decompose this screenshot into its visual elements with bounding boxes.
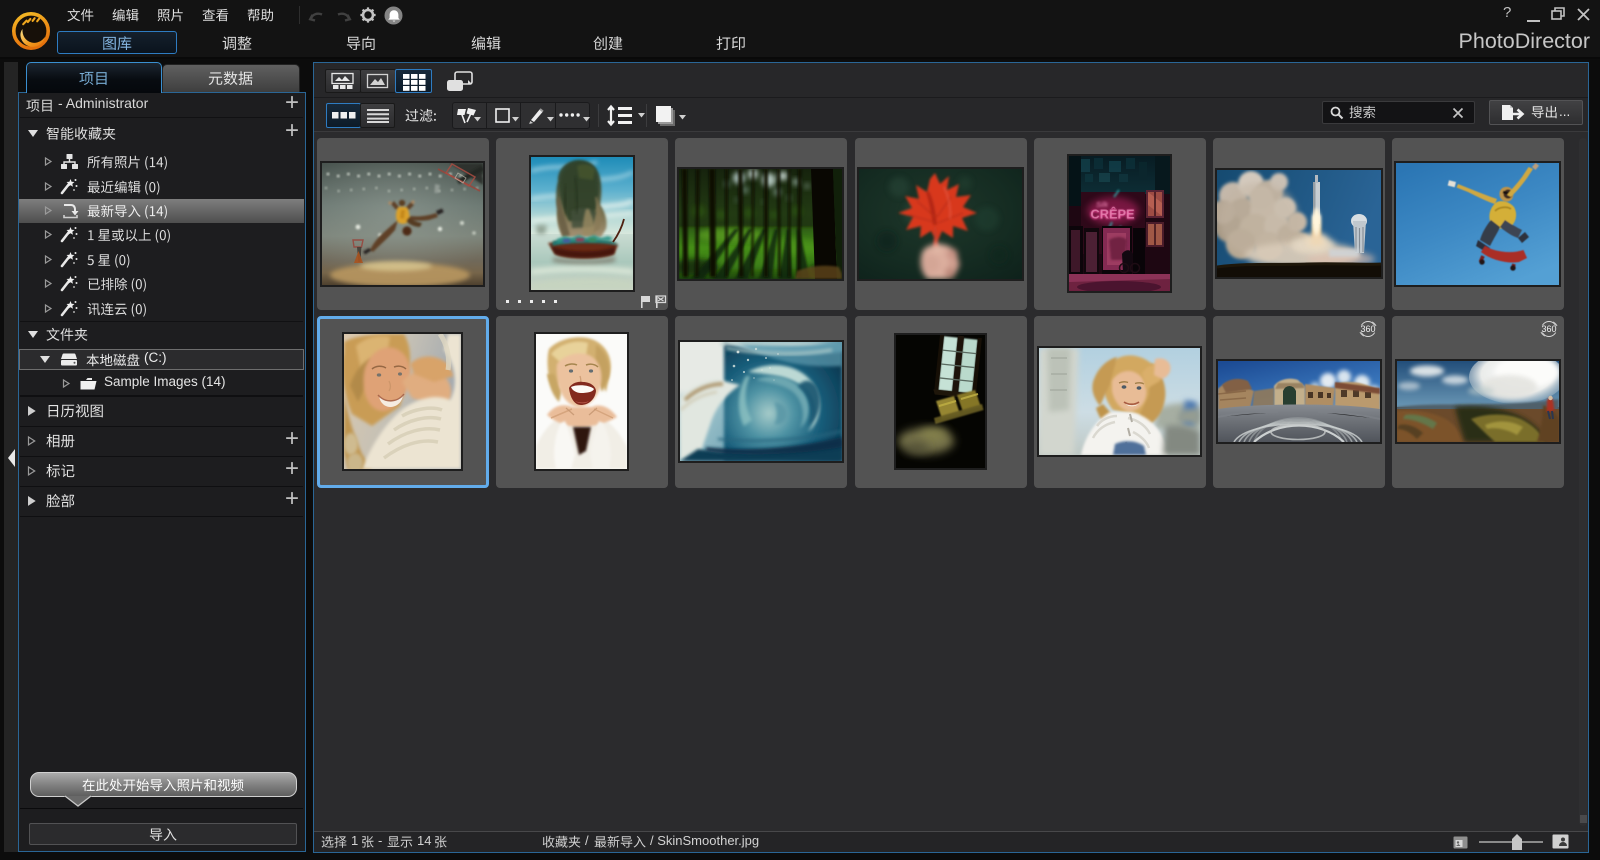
svg-text:CRÊPE: CRÊPE: [1091, 207, 1136, 222]
svg-text:360: 360: [1541, 324, 1556, 334]
svg-text:360: 360: [1360, 324, 1375, 334]
